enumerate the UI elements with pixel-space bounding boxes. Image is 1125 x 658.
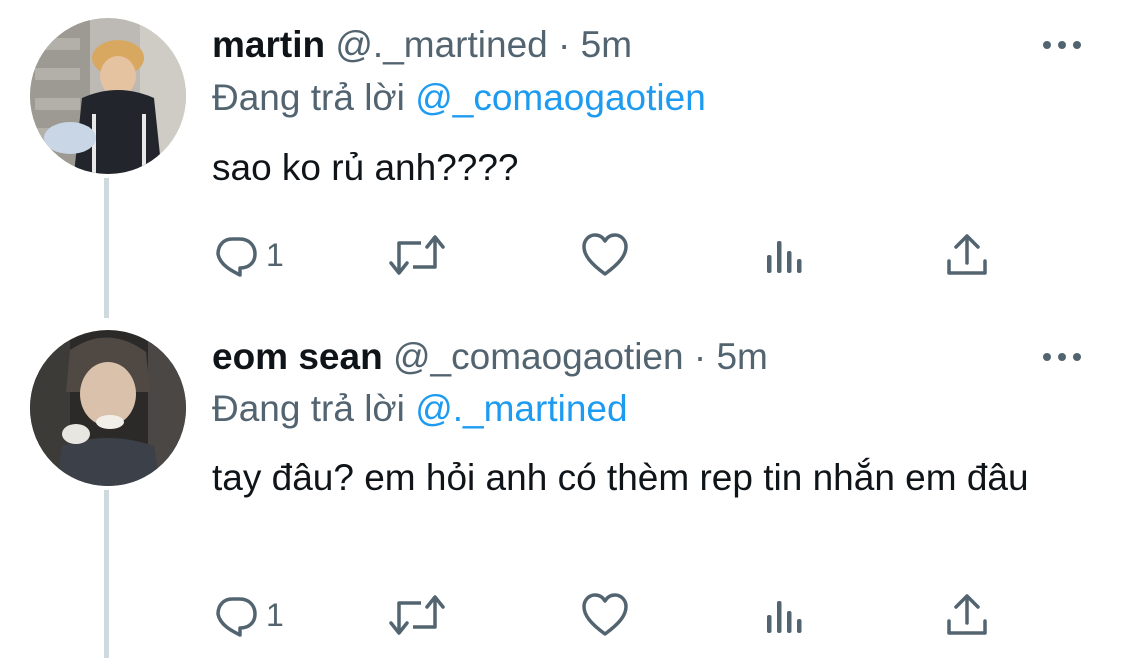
more-button[interactable] [1040,347,1084,367]
more-icon [1043,41,1081,49]
analytics-icon [767,241,802,273]
reply-icon [216,237,257,277]
replying-to: Đang trả lời @._martined [212,384,628,434]
avatar[interactable] [30,330,186,486]
mention-link[interactable]: @._martined [415,388,627,429]
tweet-text: sao ko rủ anh???? [212,147,519,188]
heart-icon [582,233,628,276]
replying-to-label: Đang trả lời [212,77,405,118]
tweet[interactable]: eom sean @_comaogaotien · 5m Đang trả lờ… [0,320,1125,658]
user-handle[interactable]: @_comaogaotien [393,336,684,377]
display-name[interactable]: martin [212,24,325,65]
timestamp[interactable]: 5m [716,336,767,377]
tweet-header: eom sean @_comaogaotien · 5m [212,332,768,382]
reply-button[interactable]: 1 [212,230,284,280]
like-button[interactable] [580,230,630,280]
timestamp[interactable]: 5m [581,24,632,65]
like-button[interactable] [580,590,630,640]
retweet-button[interactable] [387,230,447,280]
reply-count: 1 [266,596,284,633]
reply-icon [216,597,257,637]
share-button[interactable] [944,230,990,280]
user-handle[interactable]: @._martined [335,24,547,65]
replying-to: Đang trả lời @_comaogaotien [212,73,706,123]
more-button[interactable] [1040,35,1084,55]
replying-to-label: Đang trả lời [212,388,405,429]
display-name[interactable]: eom sean [212,336,383,377]
avatar-photo [30,18,186,174]
separator-dot: · [558,24,571,65]
retweet-button[interactable] [387,590,447,640]
avatar[interactable] [30,18,186,174]
tweet-text: tay đâu? em hỏi anh có thèm rep tin nhắn… [212,457,1029,498]
separator-dot: · [693,336,707,377]
retweet-icon [389,595,445,635]
share-icon [947,594,987,635]
reply-count: 1 [266,236,284,273]
tweet-actions: 1 [212,230,1032,280]
more-icon [1043,353,1081,361]
retweet-icon [389,235,445,275]
heart-icon [582,593,628,636]
reply-button[interactable]: 1 [212,590,284,640]
tweet[interactable]: martin @._martined · 5m Đang trả lời @_c… [0,0,1125,320]
avatar-photo [30,330,186,486]
analytics-button[interactable] [762,230,806,280]
share-button[interactable] [944,590,990,640]
mention-link[interactable]: @_comaogaotien [415,77,706,118]
tweet-header: martin @._martined · 5m [212,20,632,70]
analytics-button[interactable] [762,590,806,640]
analytics-icon [767,601,802,633]
share-icon [947,234,987,275]
tweet-actions: 1 [212,590,1032,640]
